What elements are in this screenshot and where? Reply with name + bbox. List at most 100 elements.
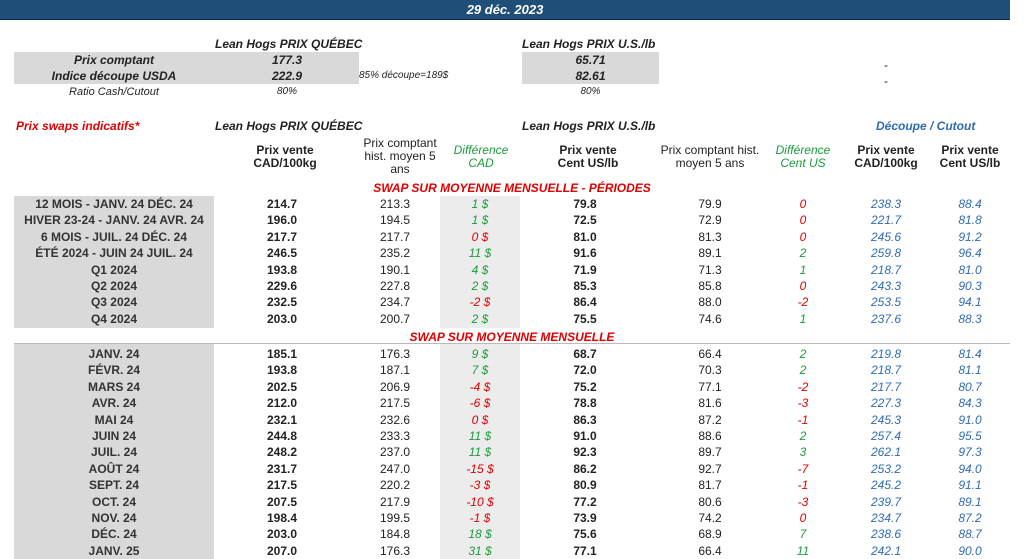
cell-c4: 86.3 [573, 412, 597, 427]
table-row: JUIL. 24 248.2 237.0 11 $ 92.3 89.7 3 262.1 97.3 [0, 444, 1010, 460]
cell-c1: 193.8 [266, 262, 298, 277]
cell-c2: 213.3 [379, 197, 411, 211]
cell-c7: 218.7 [870, 363, 902, 378]
table-row: MARS 24 202.5 206.9 -4 $ 75.2 77.1 -2 217.7 80.7 [0, 379, 1010, 395]
cell-c5: 85.8 [698, 279, 722, 293]
table-row: AOÛT 24 231.7 247.0 -15 $ 86.2 92.7 -7 253.2 94.… [0, 461, 1010, 477]
cell-c1: 232.5 [266, 295, 298, 310]
col-header-c3: Différence CAD [453, 143, 509, 170]
cell-c3: 2 $ [471, 311, 489, 326]
cell-c4: 77.1 [573, 543, 597, 558]
cell-c6: 0 [799, 511, 807, 525]
table-row: ÉTÉ 2024 - JUIN 24 JUIL. 24 246.5 235.2 11 … [0, 245, 1010, 261]
cell-c6: -2 [797, 379, 809, 394]
cell-c5: 88.6 [698, 429, 722, 443]
cell-c3: -2 $ [469, 295, 491, 310]
cell-c8: 96.4 [958, 246, 982, 261]
cell-c7: 227.3 [870, 396, 902, 411]
cell-c2: 234.7 [379, 295, 411, 310]
cell-c7: 219.8 [870, 347, 902, 361]
cell-c6: -3 [797, 494, 809, 509]
col-header-c8: Prix vente Cent US/lb [939, 143, 1001, 170]
table-row: JANV. 24 185.1 176.3 9 $ 68.7 66.4 2 219.8 81.4 [0, 346, 1010, 362]
cell-c3: 2 $ [471, 279, 489, 293]
top-quebec-title: Lean Hogs PRIX QUÉBEC [215, 37, 363, 51]
cell-c5: 92.7 [698, 461, 722, 476]
swaps-quebec-title: Lean Hogs PRIX QUÉBEC [215, 119, 363, 133]
cell-c3: -4 $ [469, 379, 491, 394]
cell-c2: 235.2 [379, 246, 411, 261]
cell-c2: 199.5 [379, 511, 411, 525]
table-row: FÉVR. 24 193.8 187.1 7 $ 72.0 70.3 2 218.7 81.1 [0, 362, 1010, 378]
section2-title: SWAP SUR MOYENNE MENSUELLE [409, 330, 615, 344]
cell-c2: 206.9 [379, 379, 411, 394]
cell-c5: 81.6 [698, 396, 722, 411]
cell-c4: 80.9 [573, 478, 597, 493]
cell-c4: 73.9 [573, 511, 597, 525]
cell-c2: 233.3 [379, 429, 411, 443]
cell-c2: 187.1 [379, 363, 411, 378]
label-ratio: Ratio Cash/Cutout [69, 86, 159, 98]
cell-c6: 7 [799, 527, 807, 542]
table-row: MAI 24 232.1 232.6 0 $ 86.3 87.2 -1 245.3 91.0 [0, 412, 1010, 428]
cell-label: OCT. 24 [91, 494, 136, 509]
table-row: Q3 2024 232.5 234.7 -2 $ 86.4 88.0 -2 253.5 94.1 [0, 294, 1010, 310]
cell-label: HIVER 23-24 - JANV. 24 AVR. 24 [24, 213, 204, 228]
swaps-title: Prix swaps indicatifs* [16, 119, 140, 133]
cell-c7: 217.7 [870, 379, 902, 394]
cell-c6: 0 [799, 229, 807, 244]
cell-c4: 86.2 [573, 461, 597, 476]
cell-c5: 87.2 [698, 412, 722, 427]
cell-c3: 1 $ [471, 197, 489, 211]
cell-c5: 80.6 [698, 494, 722, 509]
table-row: JUIN 24 244.8 233.3 11 $ 91.0 88.6 2 257.4 95.5 [0, 428, 1010, 444]
section1-title: SWAP SUR MOYENNE MENSUELLE - PÉRIODES [373, 181, 651, 195]
cell-c2: 200.7 [379, 311, 411, 326]
cell-c2: 237.0 [379, 445, 411, 460]
cell-label: 12 MOIS - JANV. 24 DÉC. 24 [35, 197, 193, 211]
cell-c8: 94.0 [958, 461, 982, 476]
cell-c1: 185.1 [266, 347, 298, 361]
cell-c8: 88.3 [958, 311, 982, 326]
cell-c4: 68.7 [573, 347, 597, 361]
cell-c8: 81.0 [958, 262, 982, 277]
cell-c8: 81.8 [958, 213, 982, 228]
cell-label: Q3 2024 [90, 295, 138, 310]
cell-c6: 0 [799, 197, 807, 211]
cell-c2: 227.8 [379, 279, 411, 293]
table-row: AVR. 24 212.0 217.5 -6 $ 78.8 81.6 -3 227.3 84.3 [0, 395, 1010, 411]
cell-label: NOV. 24 [91, 511, 137, 525]
label-prix-comptant: Prix comptant [73, 53, 154, 67]
cell-c1: 207.0 [266, 543, 298, 558]
cell-label: JUIL. 24 [90, 445, 138, 460]
cell-c1: 198.4 [266, 511, 298, 525]
table-row: Q4 2024 203.0 200.7 2 $ 75.5 74.6 1 237.6 88.3 [0, 311, 1010, 327]
cell-c1: 196.0 [266, 213, 298, 228]
cell-c1: 229.6 [266, 279, 298, 293]
cell-c3: -3 $ [469, 478, 491, 493]
cell-c6: -7 [797, 461, 809, 476]
cell-c4: 72.0 [573, 363, 597, 378]
cell-c5: 72.9 [698, 213, 722, 228]
cell-c1: 212.0 [266, 396, 298, 411]
cell-c4: 92.3 [573, 445, 597, 460]
col-header-c4: Prix vente Cent US/lb [557, 143, 619, 170]
cell-c3: 18 $ [468, 527, 492, 542]
cell-c6: -2 [797, 295, 809, 310]
cell-c1: 232.1 [266, 412, 298, 427]
cell-c6: 1 [799, 311, 807, 326]
cell-label: Q2 2024 [90, 279, 138, 293]
cell-c5: 74.2 [698, 511, 722, 525]
cell-label: ÉTÉ 2024 - JUIN 24 JUIL. 24 [35, 246, 193, 261]
cell-c7: 221.7 [870, 213, 902, 228]
cell-c4: 71.9 [573, 262, 597, 277]
cell-c5: 89.1 [698, 246, 722, 261]
cell-c3: 7 $ [471, 363, 489, 378]
cell-c5: 70.3 [698, 363, 722, 378]
cell-c1: 203.0 [266, 527, 298, 542]
cell-c3: 11 $ [468, 246, 492, 261]
cell-c6: 2 [799, 363, 807, 378]
cell-c4: 79.8 [573, 197, 597, 211]
cell-c2: 176.3 [379, 543, 411, 558]
cell-label: FÉVR. 24 [87, 363, 141, 378]
